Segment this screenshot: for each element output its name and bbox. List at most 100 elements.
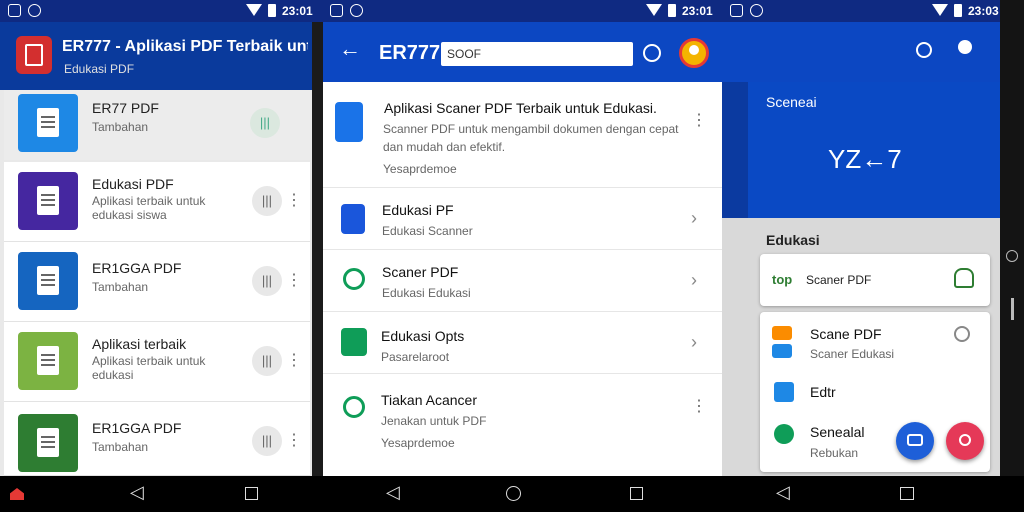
chevron-right-icon[interactable]: ›: [691, 270, 697, 291]
hero-banner: Sceneai YZ←7: [748, 82, 1000, 218]
item-desc: Edukasi Scanner: [382, 224, 473, 238]
home-circle-icon[interactable]: [1006, 250, 1018, 262]
pdf-file-icon: [18, 252, 78, 310]
item-action-button[interactable]: |||: [252, 186, 282, 216]
item-title: ER1GGA PDF: [92, 260, 182, 276]
home-icon[interactable]: [10, 488, 24, 500]
sync-icon: [28, 4, 41, 17]
list-item[interactable]: Edukasi Opts Pasarelaroot ›: [323, 312, 722, 374]
more-options-icon[interactable]: ⋮: [691, 396, 707, 416]
list-item[interactable]: Aplikasi terbaik Aplikasi terbaik untuk …: [4, 322, 310, 402]
avatar[interactable]: [679, 38, 709, 68]
share-fab[interactable]: [896, 422, 934, 460]
list-item[interactable]: ER1GGA PDF Tambahan ||| ⋮: [4, 402, 310, 476]
screen-title: ER777: [379, 42, 441, 64]
document-icon: [341, 204, 365, 234]
system-nav-bar: ◁ ◁ ◁: [0, 476, 1024, 512]
back-arrow-icon[interactable]: ←: [339, 38, 361, 60]
list-item[interactable]: Edukasi PF Edukasi Scanner ›: [323, 188, 722, 250]
pdf-file-icon: [18, 414, 78, 472]
pdf-file-icon: [18, 172, 78, 230]
item-title: ER1GGA PDF: [92, 420, 182, 436]
list-item[interactable]: ER1GGA PDF Tambahan ||| ⋮: [4, 242, 310, 322]
scanner-icon: [343, 268, 365, 290]
item-desc: Pasarelaroot: [381, 350, 450, 364]
status-bar-1: 23:01: [0, 0, 320, 22]
status-time: 23:01: [282, 4, 313, 18]
recents-icon[interactable]: [630, 487, 643, 500]
hero-code: YZ←7: [828, 144, 902, 174]
sync-icon: [350, 4, 363, 17]
recents-icon[interactable]: [245, 487, 258, 500]
list-title[interactable]: Scane PDF: [810, 326, 882, 342]
battery-icon: [954, 4, 962, 17]
app-logo-icon: [16, 36, 52, 74]
item-subtitle: Aplikasi terbaik untuk edukasi siswa: [92, 194, 206, 222]
sync-icon: [750, 4, 763, 17]
scan-document-icon: [335, 102, 363, 142]
item-subtitle: Tambahan: [92, 120, 149, 134]
list-item[interactable]: ER77 PDF Tambahan |||: [4, 90, 310, 160]
more-options-icon[interactable]: ⋮: [286, 430, 302, 450]
profile-fab[interactable]: [946, 422, 984, 460]
item-action-button[interactable]: |||: [252, 426, 282, 456]
wifi-icon: [246, 4, 262, 16]
item-title: Aplikasi terbaik: [92, 336, 187, 352]
list-item[interactable]: Edukasi PDF Aplikasi terbaik untuk eduka…: [4, 162, 310, 242]
search-input[interactable]: [441, 42, 633, 66]
scan-tools-icon: [772, 326, 794, 362]
more-options-icon[interactable]: ⋮: [286, 270, 302, 290]
check-icon: [774, 424, 794, 444]
item-meta: Yesaprdemoe: [383, 162, 457, 176]
status-time: 23:03: [968, 4, 999, 18]
chip-brand: top: [772, 272, 793, 287]
chevron-right-icon[interactable]: ›: [691, 332, 697, 353]
top-bar: [722, 22, 1000, 82]
list-item[interactable]: Tiakan Acancer Jenakan untuk PDF Yesaprd…: [323, 374, 722, 476]
chevron-right-icon[interactable]: ›: [691, 208, 697, 229]
item-title: Edukasi Opts: [381, 328, 465, 344]
item-desc: Jenakan untuk PDF: [381, 414, 487, 428]
bell-icon[interactable]: [954, 268, 974, 288]
history-icon[interactable]: [643, 44, 661, 62]
account-icon[interactable]: [958, 40, 972, 54]
search-icon[interactable]: [916, 42, 932, 58]
search-icon[interactable]: [954, 326, 970, 342]
list-item[interactable]: Scaner PDF Edukasi Edukasi ›: [323, 250, 722, 312]
side-rail: [1000, 0, 1024, 476]
app-title: ER777 - Aplikasi PDF Terbaik untuk: [62, 38, 308, 55]
app-header: ER777 - Aplikasi PDF Terbaik untuk Eduka…: [0, 22, 312, 90]
more-options-icon[interactable]: ⋮: [691, 110, 707, 130]
item-action-button[interactable]: |||: [252, 266, 282, 296]
chat-icon: [341, 328, 367, 356]
more-options-icon[interactable]: ⋮: [286, 350, 302, 370]
item-desc: Scanner PDF untuk mengambil dokumen deng…: [383, 122, 679, 136]
app-subtitle: Edukasi PDF: [64, 62, 135, 76]
scanner-chip[interactable]: top Scaner PDF: [760, 254, 990, 306]
battery-icon: [268, 4, 276, 17]
item-title: Edukasi PDF: [92, 176, 174, 192]
search-header: ← ER777: [323, 22, 722, 82]
item-title: Edukasi PF: [382, 202, 454, 218]
item-meta: Yesaprdemoe: [381, 436, 455, 450]
item-action-button[interactable]: |||: [250, 108, 280, 138]
scan-icon: [343, 396, 365, 418]
list-sub: Rebukan: [810, 446, 859, 460]
home-circle-icon[interactable]: [506, 486, 521, 501]
item-title: Tiakan Acancer: [381, 392, 477, 408]
item-action-button[interactable]: |||: [252, 346, 282, 376]
item-title: Scaner PDF: [382, 264, 459, 280]
recents-icon[interactable]: [900, 487, 914, 500]
more-options-icon[interactable]: ⋮: [286, 190, 302, 210]
list-title[interactable]: Edtr: [810, 384, 836, 400]
item-desc-2: dan mudah dan efektif.: [383, 140, 506, 154]
list-title[interactable]: Senealal: [810, 424, 865, 440]
item-title: Aplikasi Scaner PDF Terbaik untuk Edukas…: [384, 100, 657, 116]
recents-bar-icon[interactable]: [1011, 298, 1014, 320]
back-icon[interactable]: ◁: [386, 482, 400, 503]
list-item[interactable]: Aplikasi Scaner PDF Terbaik untuk Edukas…: [323, 82, 722, 188]
status-time: 23:01: [682, 4, 713, 18]
wifi-icon: [932, 4, 948, 16]
back-icon[interactable]: ◁: [776, 482, 790, 503]
back-icon[interactable]: ◁: [130, 482, 144, 503]
